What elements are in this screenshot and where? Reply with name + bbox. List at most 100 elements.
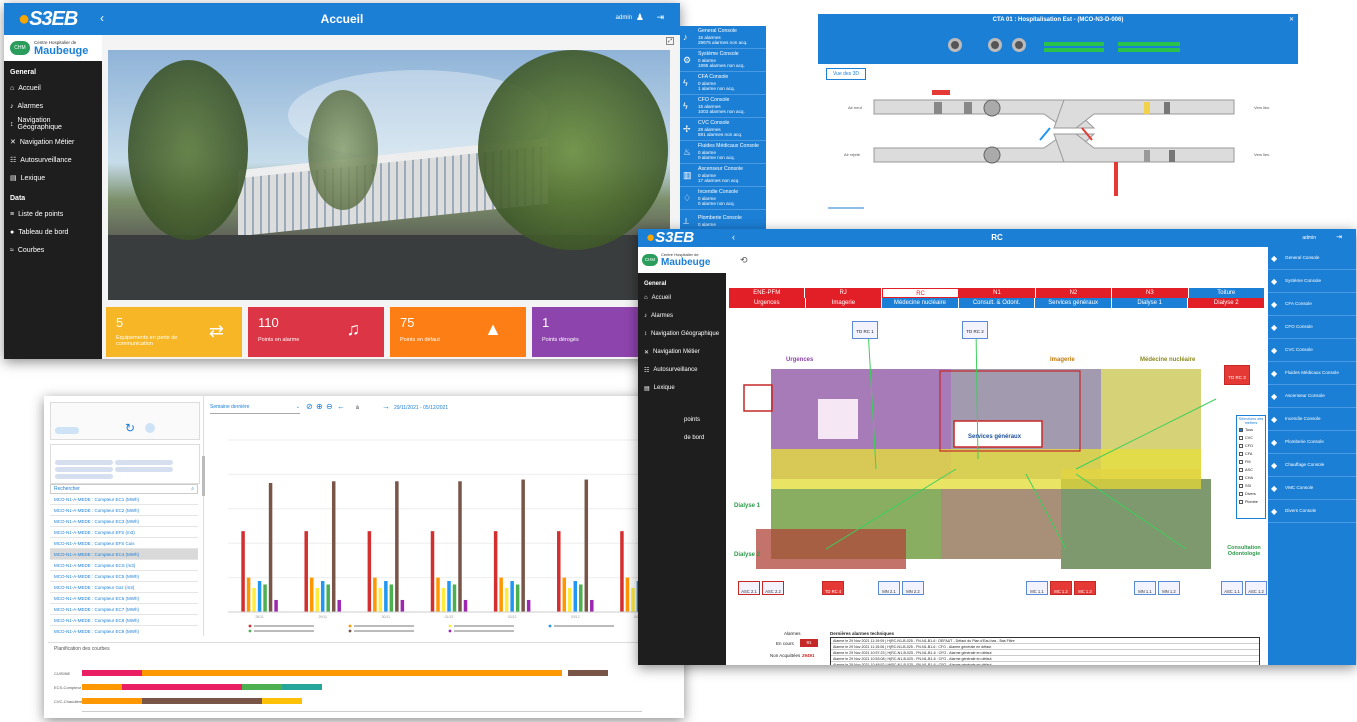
equipment-tag[interactable]: MN 1.2 — [1158, 581, 1180, 595]
nav-lexique[interactable]: ▤ Lexique — [644, 379, 720, 397]
list-scrollbar[interactable] — [202, 456, 205, 496]
legend-item[interactable]: CHA — [1237, 474, 1265, 482]
nav-lexique[interactable]: ▤ Lexique — [10, 169, 96, 187]
level-tab[interactable]: N2 — [1035, 288, 1113, 298]
console-item[interactable]: ϟ CFA Console 0 alarme 1 alarme non acq. — [680, 72, 766, 95]
user-icon[interactable]: ♟ — [636, 12, 644, 23]
checkbox-icon[interactable] — [1239, 500, 1243, 504]
checkbox-icon[interactable] — [1239, 428, 1243, 432]
chip[interactable] — [55, 467, 113, 472]
equipment-tag[interactable]: TD RC 4 — [822, 581, 844, 595]
user-name[interactable]: admin — [616, 15, 632, 21]
nav-liste-points[interactable]: points — [644, 411, 720, 429]
equipment-tag[interactable]: MC 1.2 — [1050, 581, 1072, 595]
point-item[interactable]: MCO-N1-A-MEDE : Compteur EC6 (MWh) — [50, 593, 198, 604]
checkbox-icon[interactable] — [1239, 492, 1243, 496]
next-icon[interactable]: → — [382, 402, 390, 411]
legend-item[interactable]: Tous — [1237, 426, 1265, 434]
console-item[interactable]: ◆ Chauffage Console — [1268, 454, 1356, 477]
zone-tab[interactable]: Médecine nucléaire — [882, 298, 959, 308]
checkbox-icon[interactable] — [1239, 436, 1243, 440]
console-item[interactable]: ◆ Fluides Médicaux Console — [1268, 362, 1356, 385]
level-tab[interactable]: N3 — [1112, 288, 1189, 298]
nav-metier[interactable]: ✕ Navigation Métier — [644, 343, 720, 361]
zone-tab[interactable]: Imagerie — [805, 298, 883, 308]
equipment-tag[interactable]: ASC 2.1 — [738, 581, 760, 595]
checkbox-icon[interactable] — [1239, 460, 1243, 464]
nav-courbes[interactable]: ≈ Courbes — [10, 241, 96, 259]
point-item[interactable]: MCO-N1-A-MEDE : Compteur EFS Cuis — [50, 538, 198, 549]
zone-tab[interactable]: Urgences — [729, 298, 806, 308]
nav-alarmes[interactable]: ♪ Alarmes — [10, 97, 96, 115]
checkbox-icon[interactable] — [1239, 444, 1243, 448]
chip[interactable] — [55, 474, 113, 479]
refresh-icon[interactable]: ↻ — [125, 421, 135, 435]
photo-expand-icon[interactable]: ⤢ — [666, 37, 674, 45]
equipment-tag[interactable]: ASC 1.1 — [1221, 581, 1243, 595]
point-item[interactable]: MCO-N1-A-MEDE : Compteur EC7 (MWh) — [50, 604, 198, 615]
logout-icon[interactable]: ⇥ — [656, 12, 664, 23]
legend-item[interactable]: ASC — [1237, 466, 1265, 474]
zone-tab[interactable]: Dialyse 2 — [1188, 298, 1266, 308]
legend-item[interactable]: CVC — [1237, 434, 1265, 442]
equipment-tag[interactable]: MN 2.2 — [902, 581, 924, 595]
card-defaut[interactable]: 75 Points en défaut ▲ — [390, 307, 526, 357]
console-item[interactable]: ♢ Incendie Console 0 alarme 0 alarme non ac… — [680, 187, 766, 210]
zone-tab[interactable]: Consult. & Odont. — [958, 298, 1036, 308]
nav-autosurveillance[interactable]: ☷ Autosurveillance — [644, 361, 720, 379]
points-filter[interactable]: Rechercher ⌕ — [50, 484, 198, 494]
console-item[interactable]: ◆ Divers Console — [1268, 500, 1356, 523]
point-item[interactable]: MCO-N1-A-MEDE : Compteur EC2 (MWh) — [50, 505, 198, 516]
legend-item[interactable]: CFA — [1237, 450, 1265, 458]
logout-icon[interactable]: ⇥ — [1336, 233, 1342, 241]
equipment-tag[interactable]: ASC 1.2 — [1245, 581, 1267, 595]
nav-liste-points[interactable]: ≡ Liste de points — [10, 205, 96, 223]
equipment-tag[interactable]: MN 1.1 — [1134, 581, 1156, 595]
nav-tableau-bord[interactable]: de bord — [644, 429, 720, 447]
console-item[interactable]: ◆ General Console — [1268, 247, 1356, 270]
point-item[interactable]: MCO-N1-A-MEDE : Compteur EC1 (MWh) — [50, 494, 198, 505]
console-item[interactable]: ✢ CVC Console 28 alarmes 881 alarmes non ac… — [680, 118, 766, 141]
nav-geographique[interactable]: ↕ Navigation Géographique — [10, 115, 96, 133]
console-item[interactable]: ⚙ Système Console 0 alarme 1895 alarmes non… — [680, 49, 766, 72]
td-rc-2-tag[interactable]: TD RC 2 — [962, 321, 988, 339]
period-select[interactable]: Semaine dernière ⌄ — [210, 404, 300, 414]
console-item[interactable]: ◆ Ascenseur Console — [1268, 385, 1356, 408]
zone-tab[interactable]: Dialyse 1 — [1111, 298, 1189, 308]
level-tab[interactable]: RC — [881, 288, 960, 298]
select-chip[interactable] — [55, 427, 79, 434]
chip[interactable] — [55, 460, 113, 465]
point-item[interactable]: MCO-N1-A-MEDE : Compteur EFS (m3) — [50, 527, 198, 538]
console-item[interactable]: ◆ Système Console — [1268, 270, 1356, 293]
level-tab[interactable]: N1 — [959, 288, 1036, 298]
point-item[interactable]: MCO-N1-A-MEDE : Compteur Gaz (m3) — [50, 582, 198, 593]
td-rc-3-tag[interactable]: TD RC 3 — [1224, 365, 1250, 385]
chip[interactable] — [115, 460, 173, 465]
td-rc-1-tag[interactable]: TD RC 1 — [852, 321, 878, 339]
equipment-tag[interactable]: ASC 2.2 — [762, 581, 784, 595]
nav-geographique[interactable]: ↕ Navigation Géographique — [644, 325, 720, 343]
equipment-tag[interactable]: MN 2.1 — [878, 581, 900, 595]
legend-item[interactable]: CFO — [1237, 442, 1265, 450]
level-tab[interactable]: ENE-PFM — [729, 288, 806, 298]
console-item[interactable]: ◆ Incendie Console — [1268, 408, 1356, 431]
nav-autosurveillance[interactable]: ☷ Autosurveillance — [10, 151, 96, 169]
equipment-tag[interactable]: MC 1.3 — [1074, 581, 1096, 595]
chip[interactable] — [115, 467, 173, 472]
checkbox-icon[interactable] — [1239, 468, 1243, 472]
card-alarme[interactable]: 110 Points en alarme ♫ — [248, 307, 384, 357]
point-item[interactable]: MCO-N1-A-MEDE : Compteur EC5 (MWh) — [50, 571, 198, 582]
prev-icon[interactable]: ← — [337, 402, 345, 411]
checkbox-icon[interactable] — [1239, 484, 1243, 488]
console-item[interactable]: ◆ CFA Console — [1268, 293, 1356, 316]
add-icon[interactable] — [145, 423, 155, 433]
point-item[interactable]: MCO-N1-A-MEDE : Compteur ECS (m3) — [50, 560, 198, 571]
legend-item[interactable]: FM — [1237, 458, 1265, 466]
card-communication[interactable]: 5 Equipements en perte de communication … — [106, 307, 242, 357]
point-item[interactable]: MCO-N1-A-MEDE : Compteur EC4 (MWh) — [50, 549, 198, 560]
user-name[interactable]: admin — [1302, 235, 1316, 241]
console-item[interactable]: ◆ Plomberie Console — [1268, 431, 1356, 454]
legend-item[interactable]: Divers — [1237, 490, 1265, 498]
console-item[interactable]: ◆ CFO Console — [1268, 316, 1356, 339]
point-item[interactable]: MCO-N1-A-MEDE : Compteur EC3 (MWh) — [50, 516, 198, 527]
